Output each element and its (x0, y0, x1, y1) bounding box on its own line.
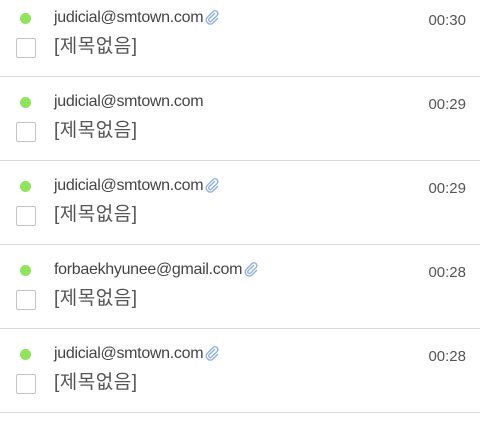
sender-address: judicial@smtown.com (54, 177, 204, 194)
unread-dot (20, 181, 31, 192)
unread-dot (20, 265, 31, 276)
sender: judicial@smtown.com (54, 92, 204, 112)
subject: [제목없음] (54, 372, 138, 393)
subject: [제목없음] (54, 36, 138, 57)
sender: forbaekhyunee@gmail.com (54, 260, 259, 280)
sender: judicial@smtown.com (54, 176, 220, 196)
select-checkbox[interactable] (16, 122, 36, 142)
sender: judicial@smtown.com (54, 344, 220, 364)
paperclip-icon (244, 262, 258, 277)
paperclip-icon (205, 10, 219, 25)
mail-row[interactable]: forbaekhyunee@gmail.com 00:28 [제목없음] (0, 245, 480, 329)
select-checkbox[interactable] (16, 374, 36, 394)
mail-row[interactable]: judicial@smtown.com 00:30 [제목없음] (0, 0, 480, 77)
mail-row[interactable]: judicial@smtown.com 00:29 [제목없음] (0, 77, 480, 161)
received-time: 00:28 (428, 348, 466, 365)
sender-address: judicial@smtown.com (54, 9, 204, 26)
sender: judicial@smtown.com (54, 8, 220, 28)
sender-address: forbaekhyunee@gmail.com (54, 261, 243, 278)
unread-dot (20, 13, 31, 24)
received-time: 00:28 (428, 264, 466, 281)
mail-list: judicial@smtown.com 00:30 [제목없음] judicia… (0, 0, 480, 422)
subject: [제목없음] (54, 288, 138, 309)
received-time: 00:30 (428, 12, 466, 29)
select-checkbox[interactable] (16, 38, 36, 58)
mail-row[interactable]: judicial@smtown.com 00:29 [제목없음] (0, 161, 480, 245)
mail-row[interactable]: judicial@smtown.com 00:28 [제목없음] (0, 329, 480, 413)
subject: [제목없음] (54, 120, 138, 141)
sender-address: judicial@smtown.com (54, 93, 204, 110)
unread-dot (20, 349, 31, 360)
unread-dot (20, 97, 31, 108)
received-time: 00:29 (428, 96, 466, 113)
paperclip-icon (205, 346, 219, 361)
select-checkbox[interactable] (16, 290, 36, 310)
received-time: 00:29 (428, 180, 466, 197)
sender-address: judicial@smtown.com (54, 345, 204, 362)
select-checkbox[interactable] (16, 206, 36, 226)
paperclip-icon (205, 178, 219, 193)
subject: [제목없음] (54, 204, 138, 225)
